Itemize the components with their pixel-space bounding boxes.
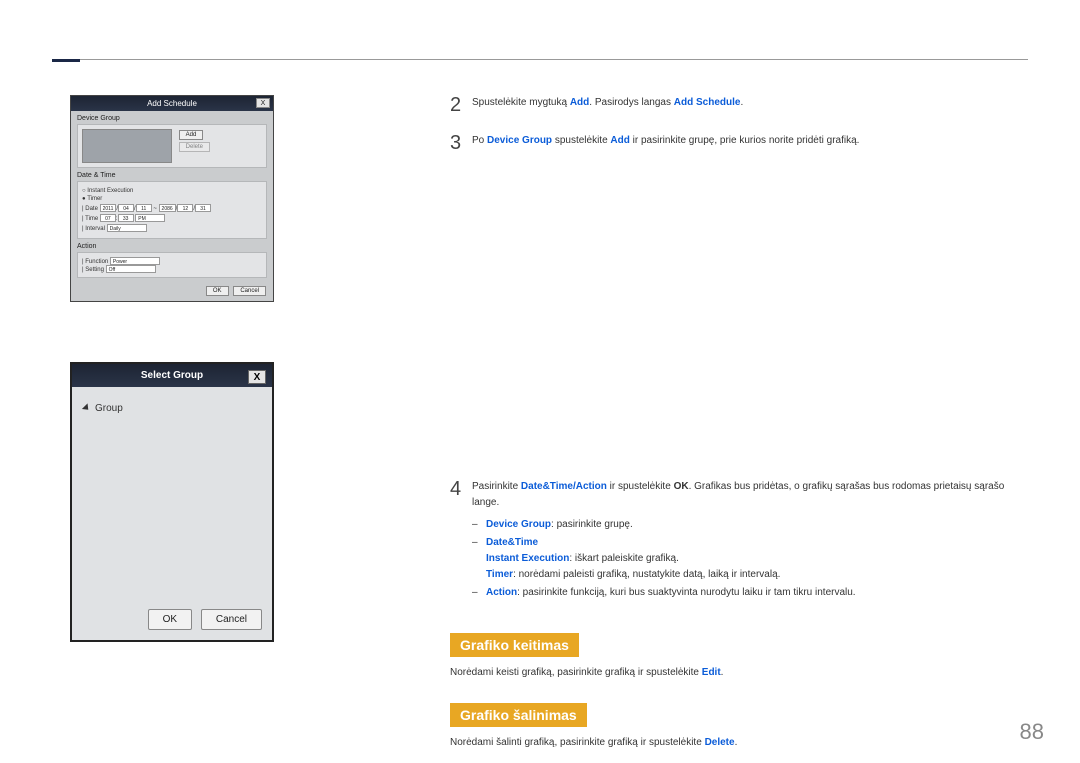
year-from[interactable]: 2011: [100, 204, 117, 212]
min-input[interactable]: 33: [118, 214, 134, 222]
date-time-panel: ○ Instant Execution ● Timer | Date 2011/…: [77, 181, 267, 239]
heading-edit: Grafiko keitimas: [450, 633, 579, 657]
add-schedule-dialog: Add Schedule X Device Group Add Delete D…: [70, 95, 274, 302]
timer-row: ● Timer: [82, 196, 262, 202]
function-select[interactable]: Power: [110, 257, 160, 265]
device-group-list[interactable]: [82, 129, 172, 163]
delete-button[interactable]: Delete: [179, 142, 210, 152]
ok-button[interactable]: OK: [148, 609, 192, 630]
tree-expand-icon[interactable]: [82, 404, 91, 413]
close-icon[interactable]: X: [256, 98, 270, 108]
step-body: Spustelėkite mygtuką Add. Pasirodys lang…: [472, 95, 743, 111]
dialog-title: Select Group: [141, 370, 203, 381]
ampm-select[interactable]: PM: [135, 214, 165, 222]
date-row: | Date 2011/04/11 ~ 2086/12/31: [82, 204, 262, 212]
step-body: Po Device Group spustelėkite Add ir pasi…: [472, 133, 859, 149]
step-2: 2 Spustelėkite mygtuką Add. Pasirodys la…: [450, 95, 1030, 115]
select-group-dialog: Select Group X Group OK Cancel: [70, 362, 274, 642]
interval-row: | Interval Daily: [82, 224, 262, 232]
step-4-block: 4 Pasirinkite Date&Time/Action ir spuste…: [450, 479, 1030, 751]
step-number: 2: [450, 95, 472, 115]
edit-body: Norėdami keisti grafiką, pasirinkite gra…: [450, 665, 1030, 681]
step-body: Pasirinkite Date&Time/Action ir spustelė…: [472, 479, 1030, 603]
cancel-button[interactable]: Cancel: [201, 609, 262, 630]
step-4-sublist: ‒ Device Group: pasirinkite grupę. ‒ Dat…: [472, 517, 1030, 601]
step-number: 4: [450, 479, 472, 499]
header-accent: [52, 59, 80, 62]
mon-to[interactable]: 12: [177, 204, 193, 212]
hour-input[interactable]: 07: [100, 214, 116, 222]
header-rule: [52, 59, 1028, 60]
time-row: | Time 07:33 PM: [82, 214, 262, 222]
screenshots-column: Add Schedule X Device Group Add Delete D…: [70, 95, 274, 642]
step-4: 4 Pasirinkite Date&Time/Action ir spuste…: [450, 479, 1030, 603]
step-3: 3 Po Device Group spustelėkite Add ir pa…: [450, 133, 1030, 153]
mon-from[interactable]: 04: [118, 204, 134, 212]
dialog-a-footer: OK Cancel: [71, 280, 273, 301]
page-number: 88: [1020, 719, 1044, 745]
instructions-column: 2 Spustelėkite mygtuką Add. Pasirodys la…: [450, 95, 1030, 761]
list-item: ‒ Date&Time Instant Execution: iškart pa…: [472, 535, 1030, 583]
group-tree[interactable]: Group: [72, 387, 272, 430]
step-number: 3: [450, 133, 472, 153]
device-group-panel: Add Delete: [77, 124, 267, 168]
dialog-b-footer: OK Cancel: [142, 609, 262, 630]
interval-select[interactable]: Daily: [107, 224, 147, 232]
date-time-label: Date & Time: [77, 172, 267, 179]
ok-button[interactable]: OK: [206, 286, 229, 296]
setting-select[interactable]: Off: [106, 265, 156, 273]
close-icon[interactable]: X: [248, 370, 266, 384]
dialog-title: Add Schedule: [147, 99, 197, 108]
add-button[interactable]: Add: [179, 130, 204, 140]
list-item: ‒ Device Group: pasirinkite grupę.: [472, 517, 1030, 533]
device-group-label: Device Group: [77, 115, 267, 122]
cancel-button[interactable]: Cancel: [233, 286, 266, 296]
delete-body: Norėdami šalinti grafiką, pasirinkite gr…: [450, 735, 1030, 751]
dialog-title-bar: Add Schedule X: [71, 96, 273, 111]
day-from[interactable]: 11: [136, 204, 152, 212]
group-node[interactable]: Group: [95, 403, 123, 414]
day-to[interactable]: 31: [195, 204, 211, 212]
dialog-title-bar: Select Group: [72, 364, 272, 387]
list-item: ‒ Action: pasirinkite funkciją, kuri bus…: [472, 585, 1030, 601]
action-panel: | Function Power | Setting Off: [77, 252, 267, 278]
year-to[interactable]: 2086: [159, 204, 176, 212]
heading-delete: Grafiko šalinimas: [450, 703, 587, 727]
instant-execution-row: ○ Instant Execution: [82, 188, 262, 194]
action-label: Action: [77, 243, 267, 250]
